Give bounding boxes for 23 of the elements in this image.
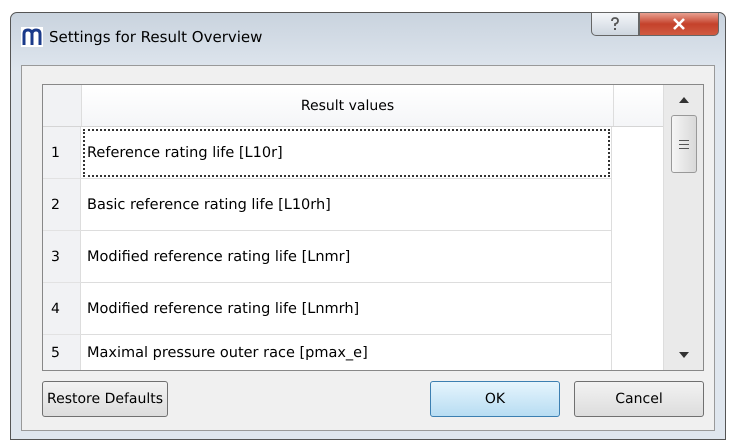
vertical-scrollbar[interactable] <box>663 85 703 370</box>
help-icon <box>610 17 620 31</box>
table-cell[interactable]: Reference rating life [L10r] <box>81 127 612 179</box>
row-number: 3 <box>43 231 81 283</box>
table-cell[interactable]: Basic reference rating life [L10rh] <box>81 179 612 231</box>
dialog-button[interactable]: Cancel <box>574 381 704 417</box>
row-number: 2 <box>43 179 81 231</box>
scroll-up-icon <box>678 97 688 103</box>
table-cell[interactable]: Maximal pressure outer race [pmax_e] <box>81 335 612 370</box>
dialog-button[interactable]: OK <box>430 381 560 417</box>
app-logo-icon <box>21 27 43 47</box>
row-number: 5 <box>43 335 81 370</box>
scroll-thumb[interactable] <box>670 115 696 173</box>
table-cell[interactable]: Modified reference rating life [Lnmr] <box>81 231 612 283</box>
window-title: Settings for Result Overview <box>49 28 262 46</box>
table-cell[interactable]: Modified reference rating life [Lnmrh] <box>81 283 612 335</box>
close-button[interactable] <box>639 12 719 36</box>
row-number: 1 <box>43 127 81 179</box>
scroll-down-icon <box>678 352 688 358</box>
dialog-button[interactable]: Restore Defaults <box>42 381 168 417</box>
close-icon <box>672 18 686 30</box>
row-number: 4 <box>43 283 81 335</box>
help-button[interactable] <box>591 12 639 36</box>
